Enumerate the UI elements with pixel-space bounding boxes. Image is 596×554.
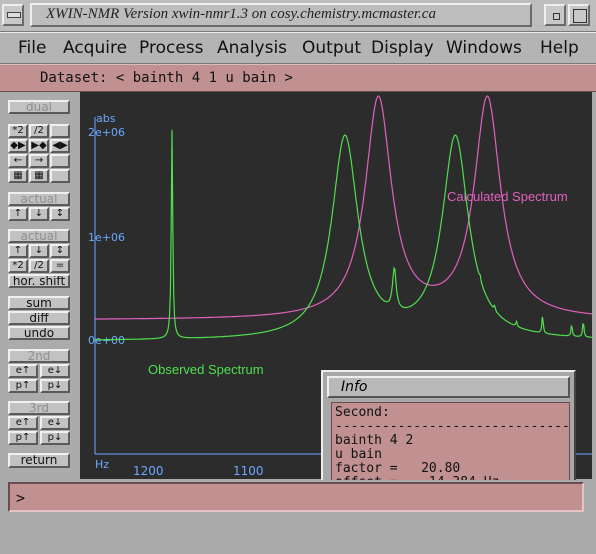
- second-header: 2nd: [8, 349, 70, 363]
- y-tick-label-1e6: 1e+06: [88, 231, 125, 244]
- menu-windows[interactable]: Windows: [446, 38, 522, 58]
- left-button-panel: dual *2 /2 ◆▶ ▶◆ ◀▶ ← → ▦ ▦ actual ↑ ↓ ↕…: [0, 92, 80, 480]
- info-line-second: Second:: [335, 405, 390, 420]
- dual-blank-button-1[interactable]: [50, 124, 70, 138]
- x-axis-unit: Hz: [95, 458, 109, 471]
- actual-header-1: actual: [8, 192, 70, 206]
- command-prompt: >: [16, 489, 26, 507]
- observed-spectrum-line: [94, 129, 592, 341]
- calculated-spectrum-line: [95, 95, 592, 320]
- x-tick-label-1100: 1100: [233, 464, 264, 478]
- menu-output[interactable]: Output: [302, 38, 361, 58]
- menu-process[interactable]: Process: [139, 38, 204, 58]
- actual1-up-button[interactable]: ↑: [8, 207, 28, 221]
- undo-button[interactable]: undo: [8, 326, 70, 340]
- y-tick-label-2e6: 2e+06: [88, 126, 125, 139]
- info-line-factor: factor = 20.80: [335, 461, 461, 476]
- third-p-down-button[interactable]: p↓: [40, 431, 70, 445]
- minimize-button[interactable]: [544, 4, 566, 26]
- info-line-user: u bain: [335, 447, 382, 462]
- menu-display[interactable]: Display: [371, 38, 434, 58]
- window-title[interactable]: XWIN-NMR Version xwin-nmr1.3 on cosy.che…: [30, 3, 532, 27]
- menu-bar: File Acquire Process Analysis Output Dis…: [0, 32, 596, 64]
- dataset-label: Dataset: < bainth 4 1 u bain >: [40, 70, 293, 86]
- info-line-dataset: bainth 4 2: [335, 433, 414, 448]
- menu-acquire[interactable]: Acquire: [63, 38, 127, 58]
- actual2-up-button[interactable]: ↑: [8, 244, 28, 258]
- observed-spectrum-label: Observed Spectrum: [148, 362, 264, 377]
- second-e-down-button[interactable]: e↓: [40, 364, 70, 378]
- dataset-bar: Dataset: < bainth 4 1 u bain >: [0, 64, 596, 92]
- info-dialog-title[interactable]: Info: [327, 376, 570, 398]
- dual-blank-button-2[interactable]: [50, 154, 70, 168]
- y-tick-label-0: 0e+00: [88, 334, 125, 347]
- status-bar: [0, 518, 596, 554]
- dual-button[interactable]: dual: [8, 100, 70, 114]
- dual-left-arrow-button[interactable]: ←: [8, 154, 28, 168]
- second-e-up-button[interactable]: e↑: [8, 364, 38, 378]
- title-bar: XWIN-NMR Version xwin-nmr1.3 on cosy.che…: [0, 0, 596, 32]
- third-header: 3rd: [8, 401, 70, 415]
- window-menu-button[interactable]: [2, 4, 24, 26]
- actual-header-2: actual: [8, 229, 70, 243]
- actual1-down-button[interactable]: ↓: [29, 207, 49, 221]
- actual2-divide-button[interactable]: /2: [29, 259, 49, 273]
- actual2-updown-button[interactable]: ↕: [50, 244, 70, 258]
- return-button[interactable]: return: [8, 453, 70, 468]
- menu-file[interactable]: File: [18, 38, 46, 58]
- actual2-down-button[interactable]: ↓: [29, 244, 49, 258]
- second-p-up-button[interactable]: p↑: [8, 379, 38, 393]
- command-input[interactable]: >: [8, 482, 584, 512]
- info-dialog: Info Second: ---------------------------…: [321, 370, 576, 494]
- dual-multiply-button[interactable]: *2: [8, 124, 28, 138]
- command-area: >: [0, 480, 596, 516]
- sum-button[interactable]: sum: [8, 296, 70, 310]
- menu-analysis[interactable]: Analysis: [217, 38, 287, 58]
- third-p-up-button[interactable]: p↑: [8, 431, 38, 445]
- maximize-button[interactable]: [568, 4, 590, 26]
- second-p-down-button[interactable]: p↓: [40, 379, 70, 393]
- x-tick-label-1200: 1200: [133, 464, 164, 478]
- third-e-down-button[interactable]: e↓: [40, 416, 70, 430]
- dual-grid-button-2[interactable]: ▦: [29, 169, 49, 183]
- info-dialog-body: Second: ------------------------------ b…: [331, 402, 570, 490]
- dual-grid-button-1[interactable]: ▦: [8, 169, 28, 183]
- dual-right-arrow-button[interactable]: →: [29, 154, 49, 168]
- dual-expand-right-button[interactable]: ▶◆: [29, 139, 49, 153]
- dual-blank-button-3[interactable]: [50, 169, 70, 183]
- third-e-up-button[interactable]: e↑: [8, 416, 38, 430]
- actual2-equal-button[interactable]: =: [50, 259, 70, 273]
- hor-shift-button[interactable]: hor. shift: [8, 274, 70, 288]
- dual-divide-button[interactable]: /2: [29, 124, 49, 138]
- actual2-multiply-button[interactable]: *2: [8, 259, 28, 273]
- dual-expand-left-button[interactable]: ◆▶: [8, 139, 28, 153]
- actual1-updown-button[interactable]: ↕: [50, 207, 70, 221]
- y-axis-label: abs: [96, 112, 116, 125]
- diff-button[interactable]: diff: [8, 311, 70, 325]
- dual-compress-button[interactable]: ◀▶: [50, 139, 70, 153]
- info-line-separator: ------------------------------: [335, 419, 570, 434]
- menu-help[interactable]: Help: [540, 38, 579, 58]
